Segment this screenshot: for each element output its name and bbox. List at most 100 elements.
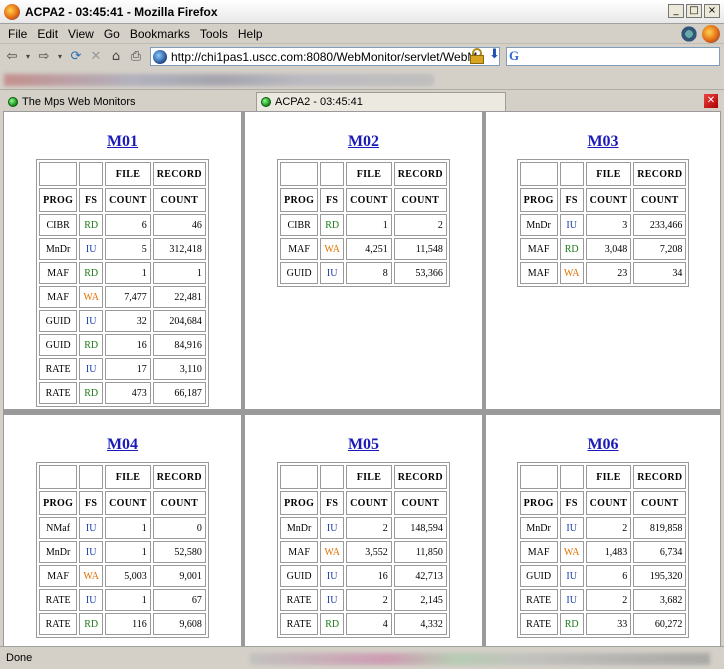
prog-cell: GUID [280,262,319,284]
column-header [559,465,584,489]
close-button[interactable]: × [704,4,720,18]
url-text[interactable]: http://chi1pas1.uscc.com:8080/WebMonitor… [171,50,481,64]
go-icon[interactable]: ⬇ [489,47,500,62]
file-count-cell: 2 [346,517,392,539]
file-count-cell: 2 [585,589,632,611]
record-count-cell: 42,713 [393,565,447,587]
file-count-cell: 32 [105,310,151,332]
prog-cell: MnDr [280,517,319,539]
table-row: MnDr IU 2 148,594 [280,517,447,539]
maximize-button[interactable]: □ [686,4,702,18]
menu-go[interactable]: Go [104,27,120,41]
table-row: MAF WA 5,003 9,001 [39,565,206,587]
file-count-cell: 17 [105,358,151,380]
back-dropdown-icon[interactable]: ▾ [24,49,32,65]
back-icon[interactable]: ⇦ [4,49,20,65]
table-row: MAF WA 1,483 6,734 [519,541,687,563]
table-row: RATE RD 473 66,187 [39,382,206,404]
navigation-toolbar: ⇦ ▾ ⇨ ▾ ⟳ ✕ ⌂ ⎙ http://chi1pas1.uscc.com… [0,44,724,70]
header-row: FILE RECORD [39,162,206,186]
tab-status-icon [8,96,18,107]
status-bar: Done [0,646,724,669]
url-bar[interactable]: http://chi1pas1.uscc.com:8080/WebMonitor… [150,47,500,66]
tab-label: ACPA2 - 03:45:41 [275,96,363,108]
prog-cell: GUID [39,334,78,356]
file-count-cell: 2 [346,589,392,611]
fs-cell: IU [79,238,104,260]
prog-cell: RATE [39,589,78,611]
table-row: MAF RD 1 1 [39,262,206,284]
fs-cell: IU [559,517,584,539]
file-count-cell: 6 [105,214,151,236]
site-icon [153,49,167,64]
file-count-cell: 1 [105,541,151,563]
record-count-cell: 34 [633,262,687,284]
fs-cell: IU [320,262,345,284]
prog-cell: MAF [519,238,558,260]
header-row: PROG FS COUNT COUNT [280,491,447,515]
menu-edit[interactable]: Edit [37,27,58,41]
record-count-cell: 53,366 [393,262,447,284]
monitor-table: FILE RECORD PROG FS COUNT COUNT CIBR RD 1 2 MAF WA 4… [277,159,450,287]
column-header: COUNT [105,188,151,212]
fs-cell: RD [79,382,104,404]
lock-icon [470,48,484,64]
print-icon[interactable]: ⎙ [128,49,144,65]
forward-dropdown-icon[interactable]: ▾ [56,49,64,65]
minimize-button[interactable]: _ [668,4,684,18]
column-header: COUNT [393,491,447,515]
record-count-cell: 3,682 [633,589,687,611]
header-row: FILE RECORD [519,465,687,489]
table-row: CIBR RD 1 2 [280,214,447,236]
throbber-icon [702,25,720,43]
menu-view[interactable]: View [68,27,94,41]
menu-bookmarks[interactable]: Bookmarks [130,27,190,41]
menu-tools[interactable]: Tools [200,27,228,41]
tab-acpa2[interactable]: ACPA2 - 03:45:41 [256,92,506,111]
monitor-link[interactable]: M05 [348,436,379,453]
fs-cell: RD [559,238,584,260]
file-count-cell: 5 [105,238,151,260]
table-row: MAF WA 4,251 11,548 [280,238,447,260]
menu-help[interactable]: Help [238,27,263,41]
statusbar-blurred [250,653,710,665]
home-icon[interactable]: ⌂ [108,49,124,65]
search-box[interactable]: G [506,47,720,66]
close-tab-icon[interactable]: ✕ [704,94,718,108]
column-header: COUNT [585,188,632,212]
monitor-link[interactable]: M04 [107,436,138,453]
table-row: RATE IU 2 3,682 [519,589,687,611]
column-header: COUNT [152,188,206,212]
fs-cell: IU [79,358,104,380]
content-area: M01 FILE RECORD PROG FS COUNT COUNT CIBR RD 6 46 Mn… [3,111,721,646]
fs-cell: IU [79,589,104,611]
file-count-cell: 1 [105,262,151,284]
monitor-link[interactable]: M06 [587,436,618,453]
forward-icon[interactable]: ⇨ [36,49,52,65]
monitor-title: M03 [486,133,720,153]
prog-cell: MAF [280,541,319,563]
prog-cell: MAF [519,541,558,563]
tab-mps-web-monitors[interactable]: The Mps Web Monitors [4,92,254,111]
file-count-cell: 3,552 [346,541,392,563]
record-count-cell: 2,145 [393,589,447,611]
menu-file[interactable]: File [8,27,27,41]
monitor-link[interactable]: M02 [348,133,379,150]
monitor-link[interactable]: M01 [107,133,138,150]
prog-cell: MnDr [519,517,558,539]
monitor-link[interactable]: M03 [587,133,618,150]
extension-icon[interactable] [680,25,698,43]
table-row: GUID IU 6 195,320 [519,565,687,587]
record-count-cell: 4,332 [393,613,447,635]
column-header: FS [79,188,104,212]
file-count-cell: 23 [585,262,632,284]
reload-icon[interactable]: ⟳ [68,49,84,65]
column-header: PROG [519,188,558,212]
monitor-table: FILE RECORD PROG FS COUNT COUNT MnDr IU 3 233,466… [516,159,690,287]
title-bar: ACPA2 - 03:45:41 - Mozilla Firefox _ □ × [0,0,724,24]
column-header: FILE [585,162,632,186]
stop-icon[interactable]: ✕ [88,49,104,65]
prog-cell: GUID [519,565,558,587]
table-row: MnDr IU 2 819,858 [519,517,687,539]
file-count-cell: 116 [105,613,151,635]
